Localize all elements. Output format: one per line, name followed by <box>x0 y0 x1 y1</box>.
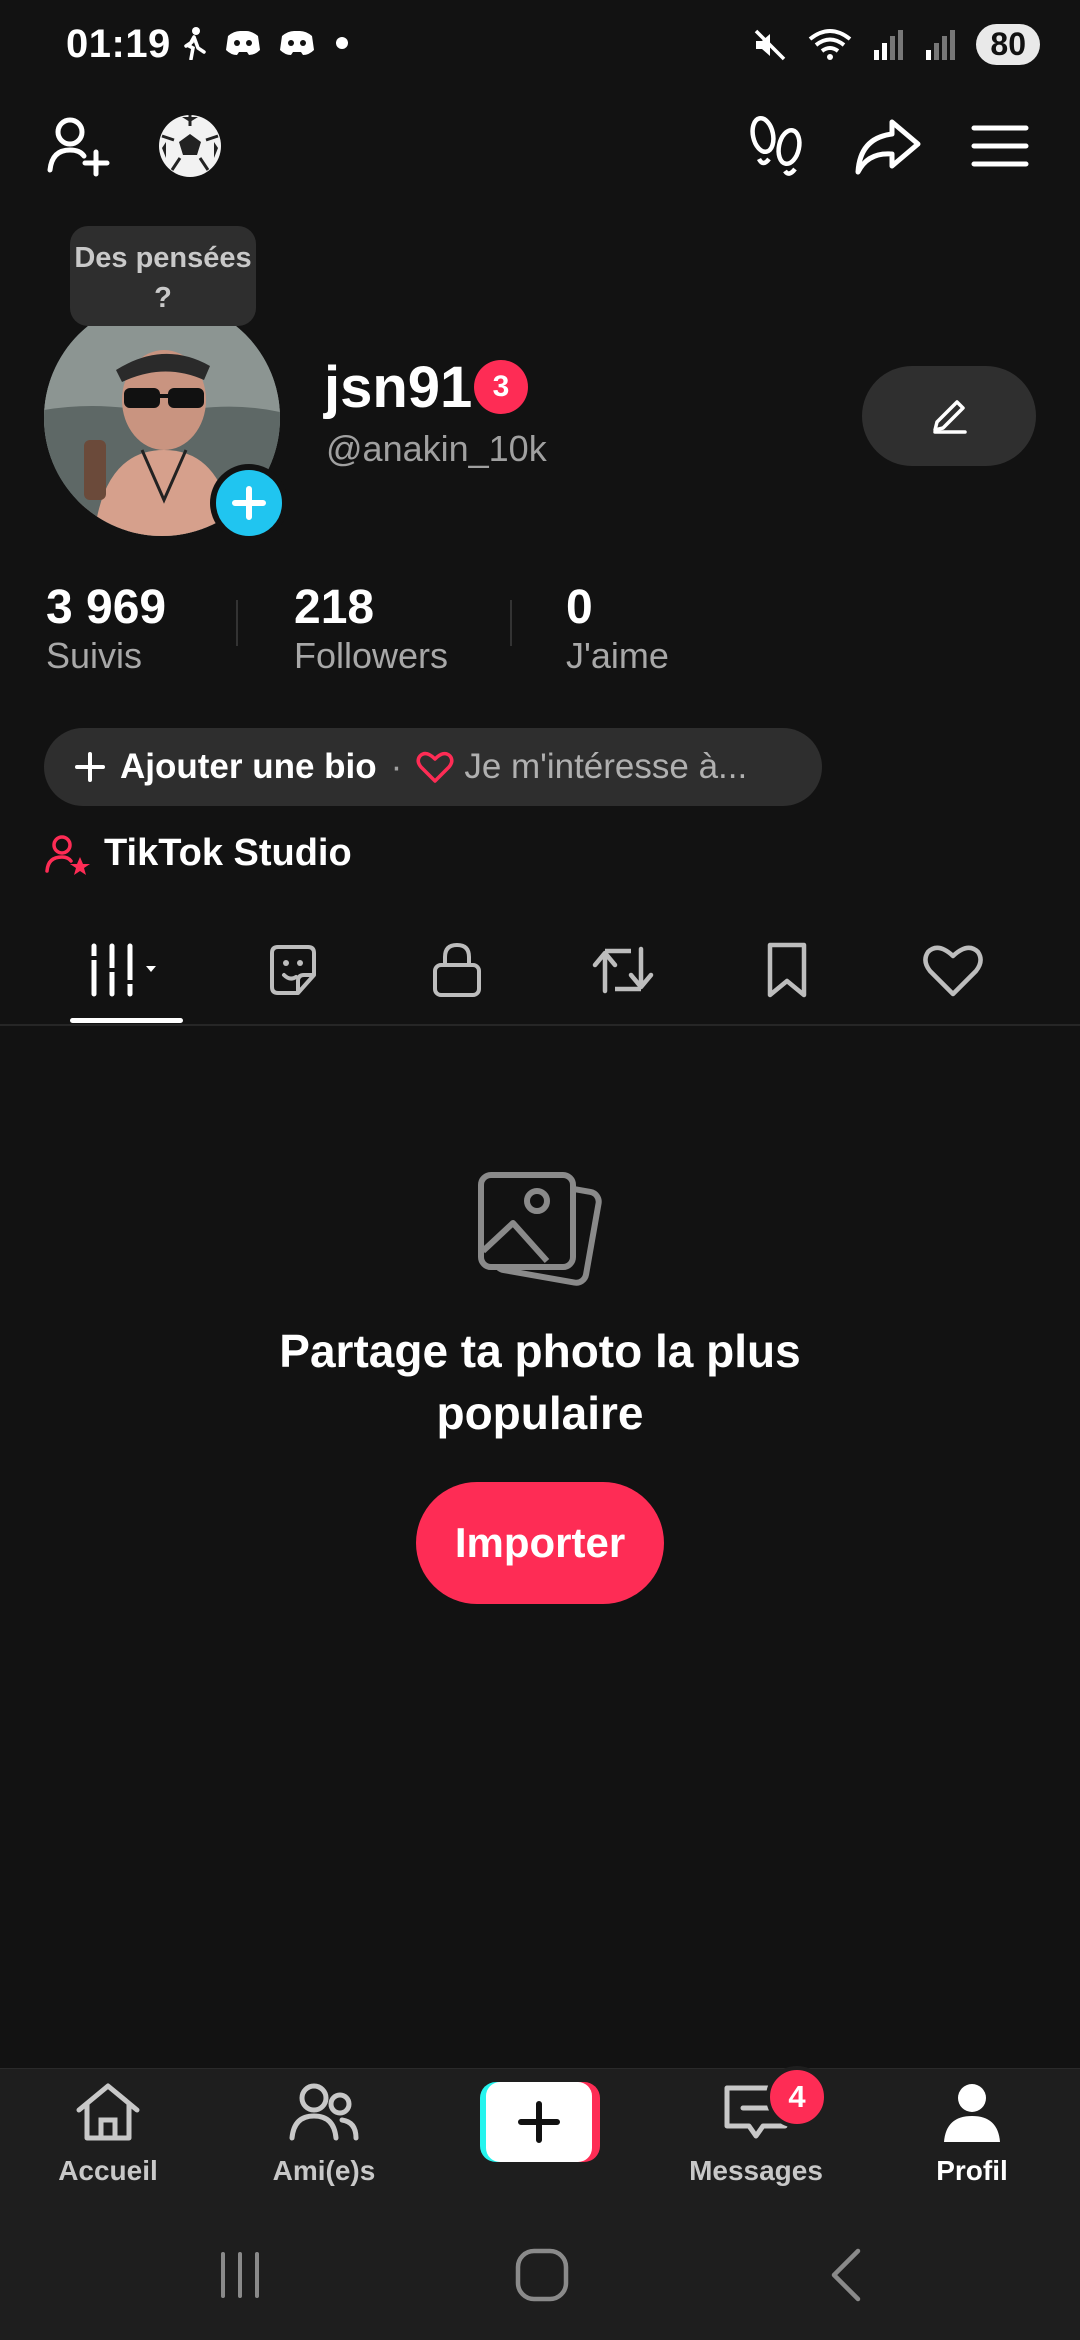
create-button[interactable] <box>480 2082 600 2162</box>
nav-home[interactable]: Accueil <box>8 2080 208 2187</box>
add-bio-label: Ajouter une bio <box>120 747 377 786</box>
share-icon[interactable] <box>848 106 928 186</box>
stat-divider <box>236 600 238 646</box>
stat-divider <box>510 600 512 646</box>
tab-reposts[interactable] <box>568 930 678 1010</box>
status-notification-icons <box>180 26 352 60</box>
interest-label: Je m'intéresse à... <box>464 747 748 786</box>
discord-icon <box>226 31 260 55</box>
tab-stickers[interactable] <box>238 930 348 1010</box>
pencil-icon <box>933 400 967 434</box>
thought-bubble[interactable]: Des pensées ? <box>70 226 256 326</box>
bio-pill[interactable]: Ajouter une bio · Je m'intéresse à... <box>44 728 822 806</box>
footprints-icon[interactable] <box>736 106 816 186</box>
wifi-icon <box>809 28 852 60</box>
studio-user-star-icon <box>45 834 90 875</box>
studio-label: TikTok Studio <box>104 832 352 874</box>
status-right: 80 <box>752 24 1040 65</box>
empty-state-title-line1: Partage ta photo la plus <box>279 1325 801 1377</box>
friends-icon <box>289 2083 359 2141</box>
create-plus-icon <box>480 2082 600 2162</box>
walking-icon <box>184 27 206 60</box>
empty-state-title-line2: populaire <box>436 1387 644 1439</box>
nav-profile[interactable]: Profil <box>872 2080 1072 2187</box>
home-button-icon[interactable] <box>492 2240 592 2310</box>
heart-outline-icon <box>923 945 983 997</box>
lock-icon <box>433 942 481 997</box>
empty-state-title: Partage ta photo la plus populaire <box>0 1320 1080 1444</box>
sticker-icon <box>270 945 316 995</box>
stat-label: J'aime <box>566 635 669 676</box>
grid-filter-icon <box>88 943 156 997</box>
stat-value: 3 969 <box>46 581 167 634</box>
notification-badge[interactable]: 3 <box>474 360 528 414</box>
stat-value: 0 <box>566 581 593 634</box>
user-handle: @anakin_10k <box>326 428 547 469</box>
nav-profile-label: Profil <box>936 2155 1008 2186</box>
tab-private[interactable] <box>402 930 512 1010</box>
menu-icon[interactable] <box>960 106 1040 186</box>
discord-icon <box>280 31 314 55</box>
username: jsn91 <box>324 355 473 420</box>
recent-apps-icon[interactable] <box>190 2240 290 2310</box>
nav-friends-label: Ami(e)s <box>272 2155 376 2186</box>
add-story-button[interactable] <box>210 464 288 542</box>
active-tab-indicator <box>70 1018 183 1023</box>
edit-profile-button[interactable] <box>862 366 1036 466</box>
stat-label: Suivis <box>46 635 143 676</box>
plus-icon <box>75 752 105 782</box>
thought-bubble-text: Des pensées ? <box>74 242 252 314</box>
nav-home-label: Accueil <box>58 2155 158 2186</box>
signal-icon <box>926 29 956 60</box>
plus-icon <box>232 486 266 520</box>
heart-icon <box>416 751 454 783</box>
profile-icon <box>944 2084 1000 2142</box>
bookmark-icon <box>767 942 807 998</box>
tab-videos[interactable] <box>72 930 182 1010</box>
stat-followers[interactable]: 218 Followers <box>294 580 448 677</box>
signal-icon <box>874 29 904 60</box>
stat-value: 218 <box>294 581 375 634</box>
nav-friends[interactable]: Ami(e)s <box>224 2080 424 2187</box>
back-icon[interactable] <box>796 2240 896 2310</box>
repost-icon <box>592 946 654 994</box>
nav-messages-label: Messages <box>689 2155 823 2186</box>
import-button[interactable]: Importer <box>416 1482 664 1604</box>
dot-icon <box>336 37 348 49</box>
battery-indicator: 80 <box>976 24 1040 65</box>
mute-icon <box>755 29 786 60</box>
home-icon <box>76 2083 140 2141</box>
messages-badge: 4 <box>766 2066 828 2128</box>
bio-separator: · <box>390 747 403 786</box>
tab-saved[interactable] <box>732 930 842 1010</box>
soccer-ball-icon[interactable] <box>150 106 230 186</box>
status-time: 01:19 <box>66 22 171 66</box>
photos-icon <box>470 1160 610 1300</box>
stat-likes[interactable]: 0 J'aime <box>566 580 669 677</box>
tab-liked[interactable] <box>898 930 1008 1010</box>
stat-following[interactable]: 3 969 Suivis <box>46 580 166 677</box>
tiktok-studio-link[interactable]: TikTok Studio <box>44 832 352 875</box>
tabs-divider <box>0 1024 1080 1026</box>
stat-label: Followers <box>294 635 449 676</box>
add-friend-icon[interactable] <box>38 106 118 186</box>
